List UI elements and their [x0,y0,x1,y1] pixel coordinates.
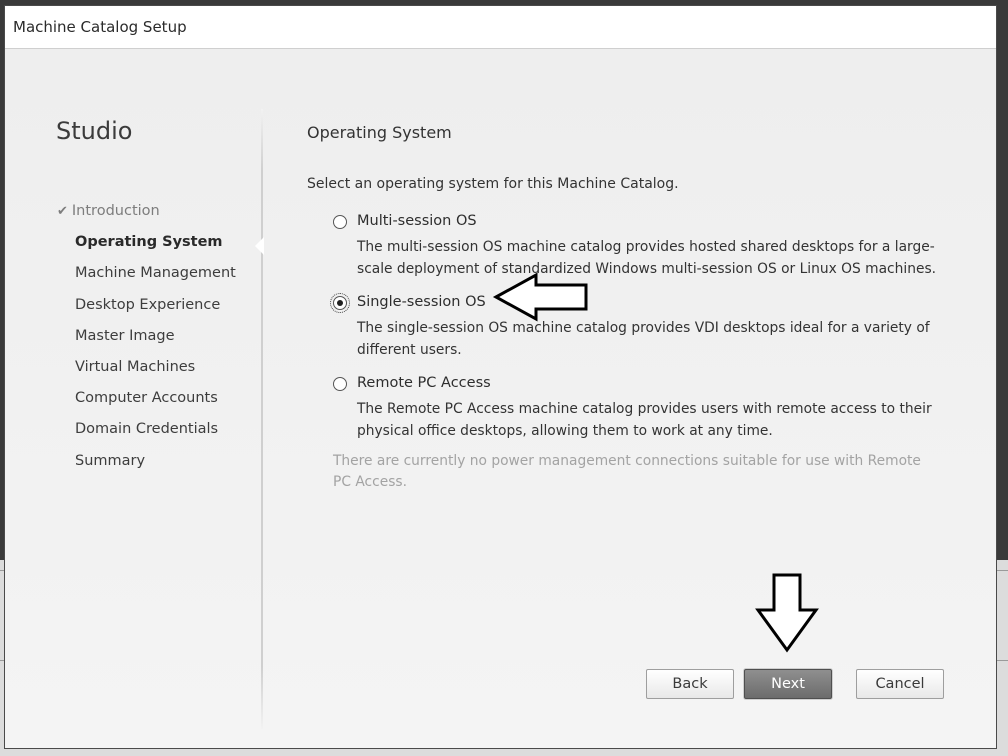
step-label: Domain Credentials [75,421,219,437]
back-button[interactable]: Back [646,669,734,699]
step-computer-accounts[interactable]: Computer Accounts [75,390,218,406]
remote-pc-radio[interactable] [333,377,347,391]
step-label: Master Image [75,328,175,344]
remote-pc-radio-row[interactable]: Remote PC Access [331,374,951,396]
step-label: Virtual Machines [75,359,196,375]
sidebar-divider [261,109,263,729]
window-title: Machine Catalog Setup [13,18,187,36]
cancel-button[interactable]: Cancel [856,669,944,699]
step-introduction[interactable]: ✔ Introduction [57,203,160,219]
machine-catalog-dialog: Machine Catalog Setup Studio ✔ Introducti… [4,5,997,749]
remote-pc-description: The Remote PC Access machine catalog pro… [357,401,932,439]
studio-brand: Studio [56,117,133,145]
step-master-image[interactable]: Master Image [75,328,175,344]
multi-session-description: The multi-session OS machine catalog pro… [357,239,937,277]
page-title: Operating System [307,123,452,142]
step-label: Machine Management [75,265,236,281]
step-label: Desktop Experience [75,297,221,313]
arrow-down-annotation-icon [755,573,819,653]
option-single-session: Single-session OS The single-session OS … [330,293,951,361]
arrow-left-annotation-icon [492,272,588,322]
remote-pc-label[interactable]: Remote PC Access [357,375,491,391]
step-summary[interactable]: Summary [75,453,145,469]
step-operating-system[interactable]: Operating System [75,234,223,250]
option-multi-session: Multi-session OS The multi-session OS ma… [331,212,951,280]
step-machine-management[interactable]: Machine Management [75,265,236,281]
single-session-radio-row[interactable]: Single-session OS [330,293,951,315]
current-step-pointer [255,237,264,255]
dialog-content: Studio ✔ Introduction Operating System Ma… [5,49,996,748]
main-panel: Operating System Select an operating sys… [307,49,967,649]
step-label: Operating System [75,234,223,250]
page-intro: Select an operating system for this Mach… [307,176,679,192]
step-virtual-machines[interactable]: Virtual Machines [75,359,195,375]
check-icon: ✔ [57,204,68,219]
step-label: Summary [75,453,146,469]
title-bar: Machine Catalog Setup [5,6,996,49]
step-label: Introduction [71,203,160,219]
next-button[interactable]: Next [744,669,832,699]
single-session-radio[interactable] [330,293,350,313]
step-domain-credentials[interactable]: Domain Credentials [75,421,218,437]
remote-pc-note: There are currently no power management … [333,453,921,490]
multi-session-radio-row[interactable]: Multi-session OS [331,212,951,234]
multi-session-radio[interactable] [333,215,347,229]
step-label: Computer Accounts [75,390,218,406]
single-session-label[interactable]: Single-session OS [357,294,486,310]
single-session-description: The single-session OS machine catalog pr… [357,320,930,358]
multi-session-label[interactable]: Multi-session OS [357,213,477,229]
step-desktop-experience[interactable]: Desktop Experience [75,297,220,313]
option-remote-pc-access: Remote PC Access The Remote PC Access ma… [331,374,951,442]
